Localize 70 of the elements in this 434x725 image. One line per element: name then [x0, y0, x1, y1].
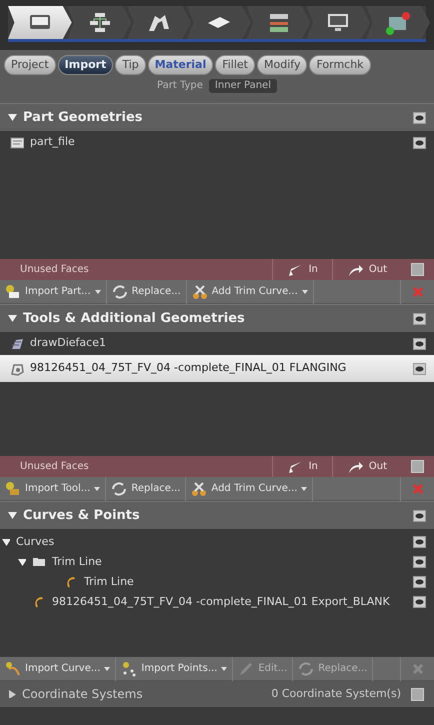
surface-icon [10, 336, 24, 350]
expanded-triangle-icon[interactable] [18, 558, 26, 566]
curve-import-icon [5, 660, 21, 676]
tab[interactable]: Project [4, 55, 56, 75]
visibility-icon[interactable] [413, 510, 426, 522]
section-title[interactable]: Coordinate Systems [22, 685, 143, 703]
tree-item[interactable]: 98126451_04_75T_FV_04 -complete_FINAL_01 Export_BLANK [52, 594, 390, 610]
step-tab[interactable] [246, 6, 311, 39]
tab[interactable]: Formchk [309, 55, 371, 75]
curve-icon [64, 575, 78, 589]
document-icon [10, 136, 24, 150]
list-item[interactable]: 98126451_04_75T_FV_04 -complete_FINAL_01 FLANGING [0, 355, 434, 382]
tab[interactable]: Material [148, 55, 214, 75]
count-label: 0 Coordinate System(s) [271, 686, 401, 702]
section-title[interactable]: Curves & Points [23, 506, 140, 526]
visibility-icon[interactable] [413, 112, 426, 124]
step-tab[interactable] [366, 6, 430, 39]
visibility-icon[interactable] [413, 312, 426, 324]
expanded-triangle-icon[interactable] [2, 538, 10, 546]
checkbox[interactable] [411, 460, 424, 473]
replace-icon [112, 284, 128, 300]
import-icon [5, 284, 21, 300]
visibility-icon[interactable] [413, 338, 426, 350]
visibility-icon[interactable] [413, 536, 426, 548]
close-icon [412, 482, 424, 494]
step-tab[interactable] [306, 6, 370, 39]
check-error-icon [385, 10, 412, 34]
scissors-icon [192, 284, 208, 300]
field-label: Part Type [157, 79, 203, 93]
checkbox[interactable] [411, 263, 424, 276]
step-tab[interactable] [68, 6, 132, 39]
scissors-icon [191, 480, 208, 496]
arrow-out-icon [346, 262, 363, 276]
checkbox[interactable] [411, 688, 424, 700]
step-tab[interactable] [8, 6, 72, 39]
visibility-icon[interactable] [413, 556, 426, 568]
close-icon [412, 286, 424, 298]
step-tab[interactable] [187, 6, 251, 39]
tree-item[interactable]: Trim Line [84, 574, 134, 590]
bar-label: Unused Faces [19, 460, 90, 474]
import-icon [5, 480, 21, 496]
tab[interactable]: Import [58, 55, 114, 75]
pencil-icon [238, 660, 254, 676]
visibility-icon[interactable] [413, 362, 426, 374]
folder-icon [32, 555, 46, 569]
tool-shape-icon [10, 362, 24, 376]
curve-icon [32, 595, 46, 609]
visibility-icon[interactable] [413, 596, 426, 608]
arrow-out-icon [346, 460, 363, 474]
list-item[interactable]: drawDieface1 [0, 332, 434, 355]
replace-icon [111, 480, 128, 496]
bar-label: Unused Faces [19, 263, 90, 277]
visibility-icon[interactable] [413, 576, 426, 588]
collapsed-triangle-icon[interactable] [8, 690, 16, 698]
replace-icon [298, 660, 314, 676]
section-title[interactable]: Part Geometries [23, 108, 143, 128]
list-item[interactable]: part_file [0, 131, 434, 154]
expanded-triangle-icon[interactable] [8, 113, 17, 122]
tab[interactable]: Fillet [215, 55, 255, 75]
part-type-dropdown[interactable]: Inner Panel [208, 79, 277, 93]
tree-item[interactable]: Trim Line [52, 554, 102, 570]
tree-item[interactable]: Curves [16, 534, 54, 550]
visibility-icon[interactable] [413, 136, 426, 148]
expanded-triangle-icon[interactable] [8, 314, 17, 323]
close-icon [412, 662, 424, 674]
points-import-icon [121, 660, 138, 676]
expanded-triangle-icon[interactable] [8, 511, 17, 520]
step-tab[interactable] [127, 6, 192, 39]
tab[interactable]: Tip [115, 55, 146, 75]
tab[interactable]: Modify [257, 55, 308, 75]
